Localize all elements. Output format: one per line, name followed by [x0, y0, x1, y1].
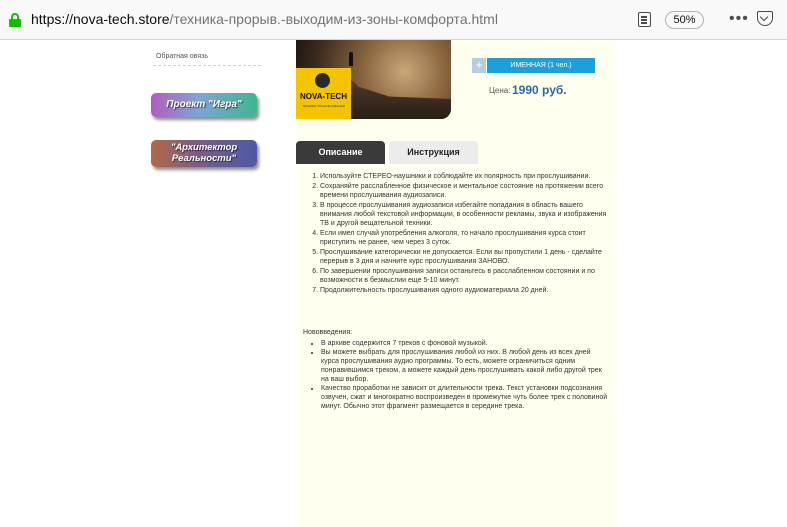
- instructions-list: Используйте СТЕРЕО-наушники и соблюдайте…: [308, 172, 608, 295]
- list-item: Продолжительность прослушивания одного а…: [320, 286, 608, 295]
- brand-logo: NOVA-TECH ТЕХНИКИ ТРАНСФОРМАЦИИ: [296, 68, 351, 119]
- sidebar-divider: [153, 65, 261, 66]
- browser-toolbar: https://nova-tech.store/техника-прорыв.-…: [0, 0, 787, 40]
- list-item: В архиве содержится 7 треков с фоновой м…: [321, 339, 608, 348]
- list-item: В процессе прослушивания аудиозаписи изб…: [320, 201, 608, 228]
- zoom-button[interactable]: 50%: [665, 11, 704, 29]
- list-item: Вы можете выбрать для прослушивания любо…: [321, 348, 608, 384]
- instructions-section: Используйте СТЕРЕО-наушники и соблюдайте…: [308, 172, 608, 296]
- reality-architect-button[interactable]: "Архитектор Реальности": [151, 140, 257, 167]
- logo-emblem-icon: [315, 73, 330, 88]
- notes-section: В архиве содержится 7 треков с фоновой м…: [313, 339, 608, 411]
- notes-list: В архиве содержится 7 треков с фоновой м…: [313, 339, 608, 411]
- price-value: 1990 руб.: [512, 83, 567, 97]
- notes-title: Нововведения:: [303, 329, 353, 336]
- project-game-button[interactable]: Проект "Игра": [151, 93, 257, 117]
- logo-subtext: ТЕХНИКИ ТРАНСФОРМАЦИИ: [302, 104, 345, 108]
- logo-text: NOVA-TECH: [300, 92, 347, 101]
- list-item: Сохраняйте расслабленное физическое и ме…: [320, 182, 608, 200]
- list-item: Качество проработки не зависит от длител…: [321, 384, 608, 411]
- person-silhouette: [349, 52, 353, 66]
- price-label: Цена:: [489, 86, 511, 95]
- tab-description[interactable]: Описание: [296, 141, 385, 164]
- lock-icon[interactable]: [8, 13, 22, 27]
- list-item: Если имел случай употребления алкоголя, …: [320, 229, 608, 247]
- url-path: /техника-прорыв.-выходим-из-зоны-комфорт…: [169, 11, 498, 27]
- tab-instructions[interactable]: Инструкция: [389, 141, 478, 164]
- feedback-link[interactable]: Обратная овязь: [156, 53, 208, 60]
- list-item: Прослушивание категорически не допускает…: [320, 248, 608, 266]
- list-item: Используйте СТЕРЕО-наушники и соблюдайте…: [320, 172, 608, 181]
- variant-option[interactable]: ИМЕННАЯ (1 чел.): [487, 58, 595, 73]
- plus-icon[interactable]: +: [472, 58, 486, 73]
- url-host: https://nova-tech.store: [31, 11, 170, 27]
- product-image: NOVA-TECH ТЕХНИКИ ТРАНСФОРМАЦИИ: [296, 40, 451, 119]
- more-actions-icon[interactable]: •••: [729, 10, 749, 28]
- list-item: По завершении прослушивания записи остан…: [320, 267, 608, 285]
- reader-view-icon[interactable]: [638, 12, 651, 27]
- pocket-icon[interactable]: [757, 11, 773, 26]
- address-bar[interactable]: https://nova-tech.store/техника-прорыв.-…: [31, 11, 498, 27]
